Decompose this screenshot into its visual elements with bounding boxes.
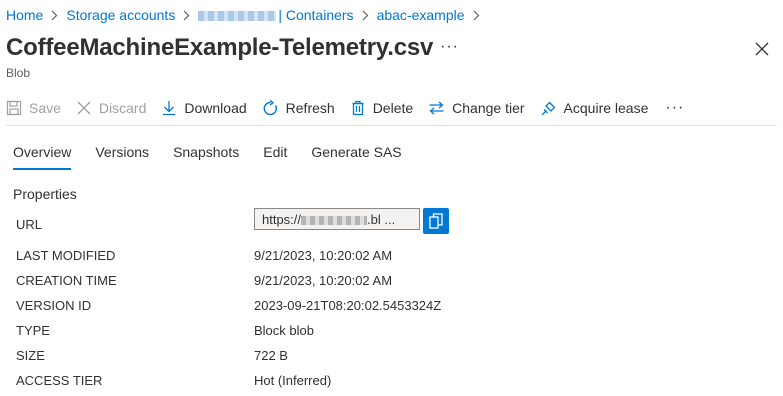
type-label: TYPE [16, 323, 50, 338]
breadcrumb-container[interactable]: abac-example [377, 7, 465, 23]
access-tier-label: ACCESS TIER [16, 373, 103, 388]
chevron-right-icon [473, 10, 480, 21]
type-value: Block blob [254, 323, 314, 338]
url-suffix: .bl ... [367, 212, 396, 227]
discard-button[interactable]: Discard [76, 100, 146, 116]
size-value: 722 B [254, 348, 288, 363]
url-field[interactable]: https:// .bl ... [254, 208, 420, 230]
redacted-url [301, 216, 368, 226]
refresh-button[interactable]: Refresh [262, 99, 335, 117]
page-title: CoffeeMachineExample-Telemetry.csv [6, 34, 434, 61]
tab-generate-sas[interactable]: Generate SAS [311, 144, 401, 170]
breadcrumb: Home Storage accounts | Containers abac-… [6, 6, 488, 24]
download-icon [163, 101, 176, 116]
chevron-right-icon [362, 10, 369, 21]
save-button[interactable]: Save [6, 100, 61, 116]
download-label: Download [184, 100, 247, 116]
close-icon [755, 42, 769, 56]
breadcrumb-containers-label: | Containers [278, 7, 354, 23]
toolbar-divider [6, 125, 777, 126]
size-label: SIZE [16, 348, 45, 363]
copy-url-button[interactable] [423, 208, 449, 234]
access-tier-value: Hot (Inferred) [254, 373, 332, 388]
copy-icon [429, 213, 443, 229]
chevron-right-icon [183, 10, 190, 21]
tab-bar: Overview Versions Snapshots Edit Generat… [13, 144, 426, 170]
breadcrumb-home[interactable]: Home [6, 7, 43, 23]
download-button[interactable]: Download [161, 100, 247, 116]
last-modified-label: LAST MODIFIED [16, 248, 116, 263]
delete-label: Delete [372, 100, 414, 116]
acquire-lease-icon [541, 101, 555, 115]
last-modified-value: 9/21/2023, 10:20:02 AM [254, 248, 393, 263]
command-bar: Save Discard Download Refresh Delete Cha… [6, 94, 776, 122]
close-button[interactable] [751, 38, 773, 60]
tab-versions[interactable]: Versions [95, 144, 149, 170]
change-tier-icon [429, 101, 444, 115]
change-tier-label: Change tier [452, 100, 525, 116]
properties-heading: Properties [13, 186, 77, 202]
delete-button[interactable]: Delete [350, 100, 413, 116]
url-prefix: https:// [262, 212, 302, 227]
tab-overview[interactable]: Overview [13, 144, 72, 170]
tab-edit[interactable]: Edit [263, 144, 287, 170]
delete-icon [352, 100, 364, 116]
discard-label: Discard [98, 100, 147, 116]
refresh-label: Refresh [285, 100, 335, 116]
url-label: URL [16, 217, 43, 232]
save-label: Save [29, 100, 61, 116]
discard-icon [77, 101, 91, 115]
tab-snapshots[interactable]: Snapshots [173, 144, 239, 170]
toolbar-more-button[interactable]: ··· [665, 99, 684, 117]
creation-time-value: 9/21/2023, 10:20:02 AM [254, 273, 393, 288]
page-more-button[interactable]: ··· [440, 38, 459, 56]
version-id-label: VERSION ID [16, 298, 92, 313]
breadcrumb-containers[interactable]: | Containers [198, 7, 354, 23]
creation-time-label: CREATION TIME [16, 273, 117, 288]
change-tier-button[interactable]: Change tier [428, 100, 525, 116]
redacted-account-name [198, 11, 277, 22]
chevron-right-icon [51, 10, 58, 21]
page-subtitle: Blob [6, 66, 31, 80]
version-id-value: 2023-09-21T08:20:02.5453324Z [254, 298, 442, 313]
acquire-lease-label: Acquire lease [563, 100, 649, 116]
breadcrumb-storage-accounts[interactable]: Storage accounts [66, 7, 175, 23]
save-icon [6, 100, 22, 116]
acquire-lease-button[interactable]: Acquire lease [540, 100, 649, 117]
refresh-icon [263, 99, 277, 115]
